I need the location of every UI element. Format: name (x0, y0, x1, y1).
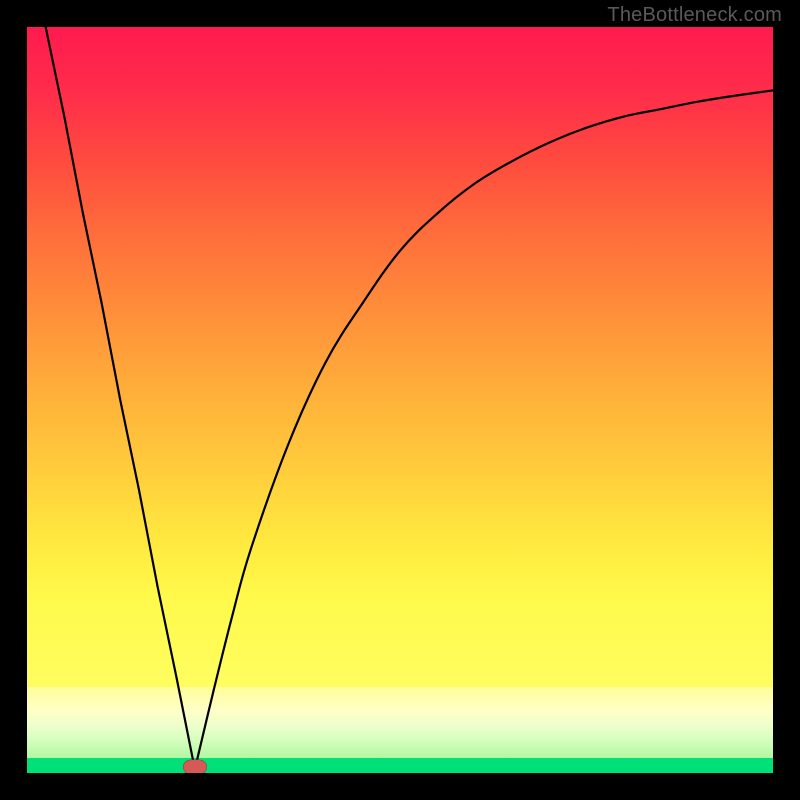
curve-path (46, 27, 773, 769)
chart-frame: TheBottleneck.com (0, 0, 800, 800)
optimum-marker (183, 760, 207, 774)
bottleneck-curve (27, 27, 773, 773)
plot-area (27, 27, 773, 773)
watermark-text: TheBottleneck.com (607, 4, 782, 27)
